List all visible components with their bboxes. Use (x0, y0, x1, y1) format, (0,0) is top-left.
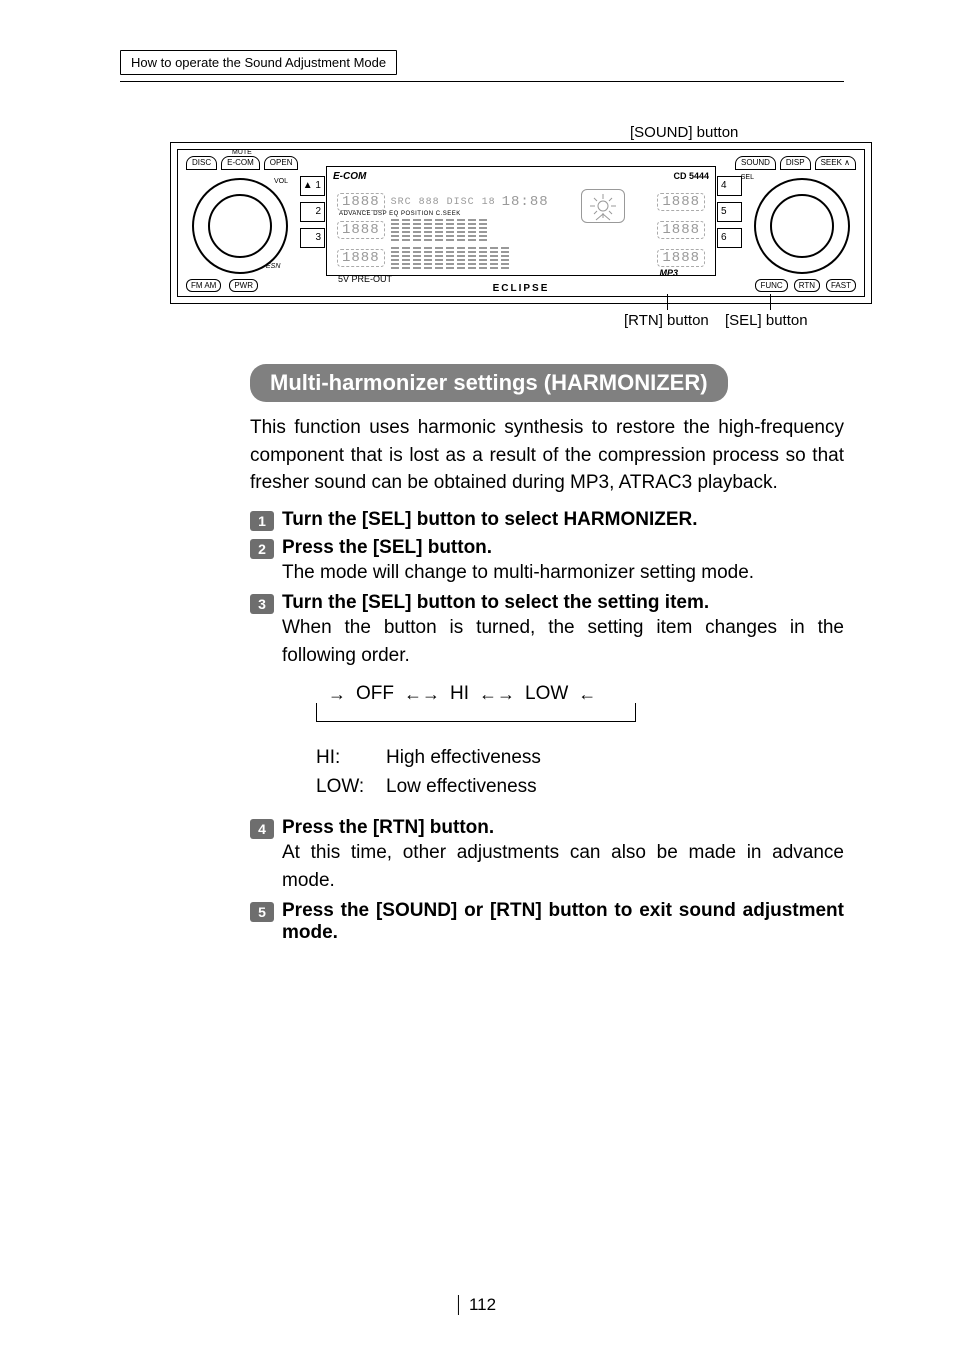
leader-line-sel (770, 294, 771, 310)
definitions: HI: High effectiveness LOW: Low effectiv… (316, 744, 844, 801)
section-title: Multi-harmonizer settings (HARMONIZER) (250, 364, 728, 402)
intro-paragraph: This function uses harmonic synthesis to… (250, 414, 844, 497)
head-unit-diagram: MUTE DISC E-COM OPEN SOUND DISP SEEK ∧ V… (170, 142, 872, 304)
btn-pwr: PWR (229, 279, 258, 292)
def-low-key: LOW: (316, 773, 386, 802)
page: How to operate the Sound Adjustment Mode… (0, 0, 954, 1355)
label-mute: MUTE (232, 149, 252, 156)
callout-sound-button: [SOUND] button (630, 124, 738, 141)
page-number: 112 (458, 1295, 496, 1315)
btn-sound: SOUND (735, 156, 776, 170)
step-4: 4 Press the [RTN] button. At this time, … (250, 817, 844, 894)
cycle-hi: HI (450, 683, 469, 705)
step-2-badge: 2 (250, 539, 274, 559)
volume-knob-inner (208, 194, 272, 258)
callout-sel-button: [SEL] button (725, 312, 808, 329)
preset-6: 6 (717, 228, 742, 248)
def-low-val: Low effectiveness (386, 773, 537, 802)
step-1-badge: 1 (250, 511, 274, 531)
btn-disp: DISP (780, 156, 811, 170)
panel-frame: MUTE DISC E-COM OPEN SOUND DISP SEEK ∧ V… (177, 149, 865, 297)
btn-open: OPEN (264, 156, 299, 170)
top-buttons-left: DISC E-COM OPEN (186, 156, 298, 170)
cycle-return-path (316, 703, 636, 722)
step-5: 5 Press the [SOUND] or [RTN] button to e… (250, 900, 844, 944)
lcd-screen: E-COM CD 5444 1888 SRC 888 DIS (326, 166, 716, 276)
btn-ecom: E-COM (221, 156, 260, 170)
step-2: 2 Press the [SEL] button. The mode will … (250, 537, 844, 587)
step-5-head: Press the [SOUND] or [RTN] button to exi… (282, 900, 844, 944)
step-3-sub: When the button is turned, the setting i… (282, 614, 844, 669)
step-4-sub: At this time, other adjustments can also… (282, 839, 844, 894)
preset-buttons-right: 4 5 6 (717, 176, 742, 248)
brightness-icon (581, 189, 625, 223)
step-2-head: Press the [SEL] button. (282, 537, 844, 559)
label-5v-preout: 5V PRE-OUT (338, 274, 392, 284)
cycle-off: OFF (356, 683, 394, 705)
seg-r3b: 1888 (657, 249, 705, 267)
eq-grid-row3 (391, 247, 652, 269)
arrow-right-icon: → (328, 685, 346, 703)
label-vol: VOL (274, 178, 288, 185)
bottom-buttons-right: FUNC RTN FAST (755, 279, 856, 292)
seg-r1c: 18:88 (502, 194, 549, 210)
lcd-small-labels: ADVANCE DSP EQ POSITION C.SEEK (339, 211, 703, 217)
step-3-head: Turn the [SEL] button to select the sett… (282, 592, 844, 614)
step-2-sub: The mode will change to multi-harmonizer… (282, 559, 844, 587)
preset-2: 2 (300, 202, 325, 222)
preset-5: 5 (717, 202, 742, 222)
content-column: Multi-harmonizer settings (HARMONIZER) T… (250, 364, 844, 944)
step-4-head: Press the [RTN] button. (282, 817, 844, 839)
label-sel-knob: SEL (741, 174, 754, 181)
seg-r1a: 1888 (337, 193, 385, 211)
callout-row: [RTN] button [SEL] button (170, 312, 870, 340)
sel-knob-outer (754, 178, 850, 274)
eq-grid-row2 (391, 219, 652, 241)
brand-name: ECLIPSE (493, 283, 550, 294)
cycle-diagram: → OFF ←→ HI ←→ LOW ← (316, 683, 636, 722)
preset-3: 3 (300, 228, 325, 248)
btn-fm-am: FM AM (186, 279, 221, 292)
sel-knob-inner (770, 194, 834, 258)
preset-1: ▲ 1 (300, 176, 325, 196)
preset-4: 4 (717, 176, 742, 196)
volume-knob-outer (192, 178, 288, 274)
def-hi-key: HI: (316, 744, 386, 773)
lcd-rows: 1888 SRC 888 DISC 18 18:88 1888 1888 188… (337, 191, 705, 269)
btn-rtn: RTN (794, 279, 820, 292)
btn-seek-up: SEEK ∧ (815, 156, 856, 170)
screen-model: CD 5444 (673, 171, 709, 181)
step-5-badge: 5 (250, 902, 274, 922)
btn-fast: FAST (826, 279, 856, 292)
seg-r1d: 1888 (657, 193, 705, 211)
screen-title: E-COM (333, 171, 366, 182)
step-3-badge: 3 (250, 594, 274, 614)
cycle-low: LOW (525, 683, 568, 705)
callout-rtn-button: [RTN] button (624, 312, 709, 329)
btn-func: FUNC (755, 279, 787, 292)
leader-line-sound (684, 144, 685, 174)
leader-line-rtn (667, 294, 668, 310)
seg-r2b: 1888 (657, 221, 705, 239)
seg-r1b: SRC 888 DISC 18 (391, 197, 496, 208)
label-mp3: MP3 (659, 268, 678, 278)
step-3: 3 Turn the [SEL] button to select the se… (250, 592, 844, 811)
arrow-lr-icon-2: ←→ (479, 685, 515, 703)
step-1-head: Turn the [SEL] button to select HARMONIZ… (282, 509, 844, 531)
step-4-badge: 4 (250, 819, 274, 839)
arrow-left-icon: ← (578, 685, 596, 703)
header-rule (120, 81, 844, 82)
bottom-buttons-left: FM AM PWR (186, 279, 258, 292)
btn-disc: DISC (186, 156, 217, 170)
label-esn: ESN (266, 263, 280, 270)
seg-r3a: 1888 (337, 249, 385, 267)
breadcrumb: How to operate the Sound Adjustment Mode (120, 50, 397, 75)
preset-buttons-left: ▲ 1 2 3 (300, 176, 325, 248)
seg-r2a: 1888 (337, 221, 385, 239)
top-buttons-right: SOUND DISP SEEK ∧ (735, 156, 856, 170)
arrow-lr-icon: ←→ (404, 685, 440, 703)
def-hi-val: High effectiveness (386, 744, 541, 773)
step-1: 1 Turn the [SEL] button to select HARMON… (250, 509, 844, 531)
